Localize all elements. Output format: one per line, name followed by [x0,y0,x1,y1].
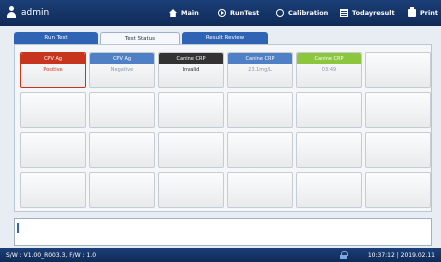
test-slot-18[interactable] [365,132,431,168]
lock-icon[interactable] [340,251,348,259]
test-slot-1[interactable]: CPV Ag Positive [20,52,86,88]
test-slot-4[interactable]: Canine CRP 23.1mg/L [227,52,293,88]
test-slot-4-result: 23.1mg/L [248,66,272,73]
test-slot-21[interactable] [158,172,224,208]
firmware-version: S/W : V1.00_R003.3, F/W : 1.0 [6,252,97,259]
test-slot-14[interactable] [89,132,155,168]
tab-test-status-label: Test Status [124,35,156,42]
calibration-icon [276,9,284,17]
status-bar: S/W : V1.00_R003.3, F/W : 1.0 10:37:12 |… [0,248,441,262]
test-slot-3-title: Canine CRP [159,53,223,64]
test-slot-24[interactable] [365,172,431,208]
tab-strip: Run Test Test Status Result Review [14,32,432,44]
test-slot-23[interactable] [296,172,362,208]
test-slot-5-title: Canine CRP [297,53,361,64]
test-slot-3-result: Invalid [182,66,200,73]
test-slot-5-result: 03:49 [321,66,337,73]
test-slot-15[interactable] [158,132,224,168]
nav-print-button[interactable]: Print [408,7,438,17]
test-slot-2-result: Negative [110,66,134,73]
test-slot-7[interactable] [20,92,86,128]
test-slot-17[interactable] [296,132,362,168]
test-slot-11[interactable] [296,92,362,128]
top-bar: admin Main RunTest Calibration Todayresu… [0,0,441,26]
user-info[interactable]: admin [5,6,49,19]
print-icon [408,7,416,17]
test-slot-19[interactable] [20,172,86,208]
nav-runtest-button[interactable]: RunTest [218,9,259,17]
test-slot-8[interactable] [89,92,155,128]
test-slot-2-title: CPV Ag [90,53,154,64]
test-slot-13[interactable] [20,132,86,168]
nav-main-label: Main [181,9,199,17]
nav-main-button[interactable]: Main [169,9,199,17]
nav-calibration-button[interactable]: Calibration [276,9,328,17]
tab-result-review[interactable]: Result Review [182,32,268,44]
today-result-icon [340,9,348,17]
test-slot-10[interactable] [227,92,293,128]
test-slot-1-title: CPV Ag [21,53,85,64]
tab-result-review-label: Result Review [205,35,245,41]
nav-todayresult-label: Todayresult [352,9,395,17]
test-status-panel: CPV Ag Positive CPV Ag Negative Canine C… [14,44,432,212]
run-icon [218,9,226,17]
test-slot-3[interactable]: Canine CRP Invalid [158,52,224,88]
user-name: admin [21,7,50,18]
tab-run-test[interactable]: Run Test [14,32,98,44]
message-bar[interactable] [14,218,432,246]
nav-print-label: Print [420,9,438,17]
test-slot-4-title: Canine CRP [228,53,292,64]
nav-runtest-label: RunTest [230,9,260,17]
test-slot-16[interactable] [227,132,293,168]
test-slot-5[interactable]: Canine CRP 03:49 [296,52,362,88]
home-icon [169,9,177,17]
tab-test-status[interactable]: Test Status [100,32,180,44]
test-slot-9[interactable] [158,92,224,128]
datetime-display: 10:37:12 | 2019.02.11 [367,252,435,259]
test-slot-12[interactable] [365,92,431,128]
nav-calibration-label: Calibration [288,9,329,17]
user-icon [5,6,18,19]
test-slot-2[interactable]: CPV Ag Negative [89,52,155,88]
test-slot-20[interactable] [89,172,155,208]
tab-run-test-label: Run Test [44,35,68,41]
test-slot-6[interactable] [365,52,431,88]
nav-todayresult-button[interactable]: Todayresult [340,9,395,17]
test-slot-1-result: Positive [43,66,63,73]
text-cursor [17,223,19,233]
test-slot-22[interactable] [227,172,293,208]
